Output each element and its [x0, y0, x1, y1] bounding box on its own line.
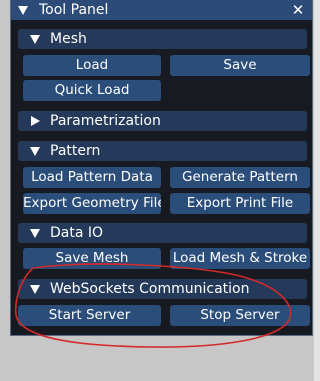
tool-panel: Tool Panel ✕ Mesh Load Save Quick Load P… — [10, 0, 313, 336]
export-print-file-button[interactable]: Export Print File — [170, 193, 310, 214]
section-label: Parametrization — [50, 113, 161, 129]
screen: Tool Panel ✕ Mesh Load Save Quick Load P… — [0, 0, 320, 381]
load-button[interactable]: Load — [23, 55, 161, 76]
export-geometry-file-button[interactable]: Export Geometry File — [23, 193, 161, 214]
title-bar[interactable]: Tool Panel ✕ — [11, 0, 312, 20]
section-header-mesh[interactable]: Mesh — [18, 29, 307, 49]
load-pattern-data-button[interactable]: Load Pattern Data — [23, 167, 161, 188]
expanded-arrow-icon — [30, 229, 40, 238]
section-header-pattern[interactable]: Pattern — [18, 141, 307, 161]
quick-load-button[interactable]: Quick Load — [23, 80, 161, 101]
expanded-arrow-icon — [30, 285, 40, 294]
section-label: Pattern — [50, 143, 101, 159]
collapse-triangle-icon[interactable] — [18, 6, 28, 15]
background-strip — [314, 0, 320, 381]
section-label: Mesh — [50, 31, 87, 47]
generate-pattern-button[interactable]: Generate Pattern — [170, 167, 310, 188]
close-icon[interactable]: ✕ — [290, 0, 306, 20]
section-label: Data IO — [50, 225, 104, 241]
section-header-data-io[interactable]: Data IO — [18, 223, 307, 243]
collapsed-arrow-icon — [31, 116, 40, 126]
section-header-websockets[interactable]: WebSockets Communication — [18, 279, 307, 299]
expanded-arrow-icon — [30, 147, 40, 156]
save-button[interactable]: Save — [170, 55, 310, 76]
load-mesh-stroke-button[interactable]: Load Mesh & Stroke — [170, 248, 310, 269]
section-header-parametrization[interactable]: Parametrization — [18, 111, 307, 131]
stop-server-button[interactable]: Stop Server — [170, 305, 310, 326]
start-server-button[interactable]: Start Server — [18, 305, 161, 326]
window-title: Tool Panel — [39, 2, 109, 18]
save-mesh-button[interactable]: Save Mesh — [23, 248, 161, 269]
section-label: WebSockets Communication — [50, 281, 250, 297]
expanded-arrow-icon — [30, 35, 40, 44]
